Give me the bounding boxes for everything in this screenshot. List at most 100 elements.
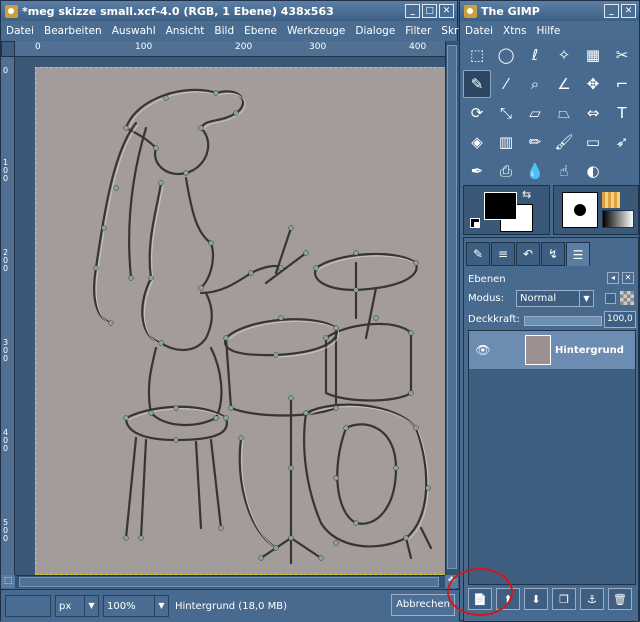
menu-bild[interactable]: Bild [209, 25, 239, 37]
swap-colors-icon[interactable]: ⇆ [522, 188, 531, 201]
eraser-icon[interactable]: ▭ [579, 128, 607, 156]
smudge-blur-icon[interactable]: 💧 [521, 157, 549, 185]
minimize-button[interactable]: _ [405, 4, 420, 18]
menu-datei[interactable]: Datei [1, 25, 39, 37]
tab-layers[interactable]: ☰ [566, 242, 590, 266]
close-button[interactable]: ✕ [621, 4, 636, 18]
color-area[interactable]: ⇆ [463, 185, 550, 235]
horizontal-scrollbar[interactable] [15, 575, 445, 588]
lasso-icon[interactable]: ℓ [521, 41, 549, 69]
panel-close-icon[interactable]: ✕ [622, 272, 634, 284]
menu-auswahl[interactable]: Auswahl [107, 25, 161, 37]
close-button[interactable]: ✕ [439, 4, 454, 18]
vertical-scrollbar-thumb[interactable] [447, 45, 457, 569]
pattern-preview[interactable] [602, 192, 620, 208]
menu-dialoge[interactable]: Dialoge [350, 25, 400, 37]
layers-dock: ✎ ≡ ↶ ↯ ☰ Ebenen ◂ ✕ Modus: Normal ▼ Dec… [463, 237, 639, 622]
tab-paths[interactable]: ↯ [541, 242, 565, 266]
rotate-icon[interactable]: ⟳ [463, 99, 491, 127]
blend-icon[interactable]: ▥ [492, 128, 520, 156]
image-window-titlebar[interactable]: *meg skizze small.xcf-4.0 (RGB, 1 Ebene)… [1, 1, 457, 21]
default-colors-icon[interactable] [470, 218, 480, 228]
measure-icon[interactable]: ∠ [550, 70, 578, 98]
menu-xtns[interactable]: Xtns [498, 25, 531, 37]
layer-thumbnail [525, 335, 551, 365]
airbrush-icon[interactable]: ➶ [608, 128, 636, 156]
tab-undo[interactable]: ↶ [516, 242, 540, 266]
text-icon[interactable]: T [608, 99, 636, 127]
menu-ansicht[interactable]: Ansicht [161, 25, 210, 37]
mode-value: Normal [520, 293, 557, 304]
image-menubar: Datei Bearbeiten Auswahl Ansicht Bild Eb… [1, 21, 488, 40]
ruler-horizontal[interactable]: 0 100 200 300 400 [15, 41, 445, 57]
ruler-label: 300 [309, 42, 327, 52]
foreground-color[interactable] [484, 192, 517, 220]
panel-title: Ebenen [468, 274, 506, 285]
paintbrush-icon[interactable]: 🖌 [550, 128, 578, 156]
menu-werkzeuge[interactable]: Werkzeuge [282, 25, 350, 37]
tab-tool-options[interactable]: ✎ [466, 242, 490, 266]
zoom-icon[interactable]: ⌕ [521, 70, 549, 98]
crop-icon[interactable]: ⌐ [608, 70, 636, 98]
gradient-preview[interactable] [602, 210, 634, 228]
unit-value: px [59, 600, 72, 612]
bucket-fill-icon[interactable]: ◈ [463, 128, 491, 156]
paths-icon[interactable]: ✎ [463, 70, 491, 98]
ellipse-select-icon[interactable]: ◯ [492, 41, 520, 69]
opacity-input[interactable]: 100,0 [604, 311, 636, 328]
delete-layer-button[interactable]: 🗑 [608, 588, 632, 610]
mode-select[interactable]: Normal ▼ [516, 290, 594, 307]
unit-select[interactable]: px ▼ [55, 595, 99, 617]
menu-hilfe[interactable]: Hilfe [531, 25, 565, 37]
minimize-button[interactable]: _ [604, 4, 619, 18]
duplicate-layer-button[interactable]: ❐ [552, 588, 576, 610]
clone-icon[interactable]: ⎙ [492, 157, 520, 185]
menu-ebene[interactable]: Ebene [239, 25, 282, 37]
image-window-title: *meg skizze small.xcf-4.0 (RGB, 1 Ebene)… [22, 4, 334, 18]
horizontal-scrollbar-thumb[interactable] [19, 577, 439, 587]
tab-channels[interactable]: ≡ [491, 242, 515, 266]
menu-datei[interactable]: Datei [460, 25, 498, 37]
magic-wand-icon[interactable]: ✧ [550, 41, 578, 69]
maximize-button[interactable]: □ [422, 4, 437, 18]
layer-name[interactable]: Hintergrund [555, 345, 624, 356]
shear-icon[interactable]: ▱ [521, 99, 549, 127]
toolbox-titlebar[interactable]: The GIMP _ ✕ [460, 1, 639, 21]
scale-icon[interactable]: ⤡ [492, 99, 520, 127]
keep-transparency-checkbox[interactable] [605, 293, 616, 304]
flip-icon[interactable]: ⇔ [579, 99, 607, 127]
lower-layer-button[interactable]: ⬇ [524, 588, 548, 610]
brush-pattern-gradient-area [553, 185, 639, 235]
eye-icon[interactable]: 👁 [473, 343, 493, 357]
layer-row[interactable]: 👁 Hintergrund [469, 331, 635, 369]
dodge-burn-icon[interactable]: ◐ [579, 157, 607, 185]
ink-icon[interactable]: ✒ [463, 157, 491, 185]
color-picker-icon[interactable]: ⁄ [492, 70, 520, 98]
cancel-button[interactable]: Abbrechen [391, 594, 455, 616]
menu-bearbeiten[interactable]: Bearbeiten [39, 25, 107, 37]
zoom-select[interactable]: 100% ▼ [103, 595, 169, 617]
image-canvas[interactable] [35, 67, 445, 575]
dock-tabs: ✎ ≡ ↶ ↯ ☰ [466, 242, 590, 266]
menu-filter[interactable]: Filter [400, 25, 436, 37]
canvas-viewport[interactable] [15, 57, 445, 575]
color-select-icon[interactable]: ▦ [579, 41, 607, 69]
ruler-label: 200 [235, 42, 253, 52]
panel-menu-icon[interactable]: ◂ [607, 272, 619, 284]
pencil-icon[interactable]: ✏ [521, 128, 549, 156]
ruler-vertical[interactable]: 0 100 200 300 400 500 [1, 57, 15, 575]
vertical-scrollbar[interactable] [445, 41, 458, 575]
smudge-icon[interactable]: ☝ [550, 157, 578, 185]
opacity-slider[interactable] [524, 316, 602, 326]
ruler-corner[interactable] [1, 41, 15, 57]
rect-select-icon[interactable]: ⬚ [463, 41, 491, 69]
perspective-icon[interactable]: ⏢ [550, 99, 578, 127]
move-icon[interactable]: ✥ [579, 70, 607, 98]
toolbox-window: The GIMP _ ✕ Datei Xtns Hilfe ⬚ ◯ ℓ ✧ ▦ ✂ ✎ ⁄ ⌕ ∠… [459, 0, 640, 622]
brush-preview[interactable] [562, 192, 598, 228]
quick-mask-toggle[interactable]: ⬚ [1, 575, 15, 588]
anchor-layer-button[interactable]: ⚓ [580, 588, 604, 610]
scissors-icon[interactable]: ✂ [608, 41, 636, 69]
gimp-app-icon [5, 4, 18, 18]
layer-list[interactable]: 👁 Hintergrund [468, 330, 636, 585]
